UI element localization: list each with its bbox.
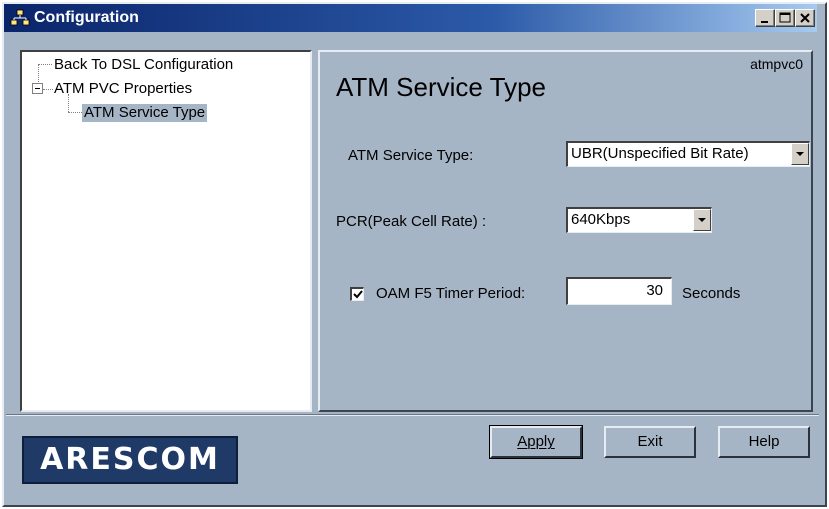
navigation-tree: Back To DSL Configuration ATM PVC Proper… bbox=[20, 50, 312, 412]
help-button-label: Help bbox=[748, 433, 780, 450]
pcr-select[interactable]: 640Kbps bbox=[566, 207, 712, 233]
service-type-value: UBR(Unspecified Bit Rate) bbox=[571, 145, 749, 162]
pvc-id-label: atmpvc0 bbox=[750, 56, 803, 72]
maximize-button[interactable] bbox=[775, 9, 795, 27]
tree-item-atm-service-type[interactable]: ATM Service Type bbox=[82, 104, 208, 122]
apply-button[interactable]: Apply bbox=[489, 425, 583, 459]
tree-connector bbox=[38, 64, 52, 65]
network-icon bbox=[10, 9, 30, 27]
help-button[interactable]: Help bbox=[718, 426, 810, 458]
exit-button-label: Exit bbox=[637, 433, 663, 450]
content-panel: atmpvc0 ATM Service Type ATM Service Typ… bbox=[318, 50, 813, 412]
pcr-value: 640Kbps bbox=[571, 211, 631, 228]
oam-timer-label: OAM F5 Timer Period: bbox=[376, 285, 526, 302]
tree-connector bbox=[68, 112, 82, 113]
exit-button[interactable]: Exit bbox=[604, 426, 696, 458]
apply-button-label: Apply bbox=[517, 433, 555, 450]
arescom-logo: ARESCOM bbox=[22, 436, 238, 484]
close-icon bbox=[800, 13, 810, 23]
title-bar[interactable]: Configuration bbox=[4, 4, 817, 32]
window-title: Configuration bbox=[34, 9, 139, 26]
page-title: ATM Service Type bbox=[336, 72, 546, 102]
minimize-icon bbox=[761, 21, 768, 23]
tree-item-atm-pvc-properties[interactable]: ATM PVC Properties bbox=[54, 80, 192, 98]
service-type-label: ATM Service Type: bbox=[348, 147, 474, 164]
maximize-icon bbox=[779, 12, 791, 23]
pcr-label: PCR(Peak Cell Rate) : bbox=[336, 213, 487, 230]
service-type-select[interactable]: UBR(Unspecified Bit Rate) bbox=[566, 141, 810, 167]
collapse-icon[interactable] bbox=[32, 83, 43, 94]
oam-timer-checkbox[interactable] bbox=[350, 287, 364, 301]
checkmark-icon bbox=[353, 290, 363, 299]
chevron-down-icon[interactable] bbox=[791, 143, 809, 165]
footer-divider bbox=[6, 414, 819, 416]
oam-timer-input[interactable]: 30 bbox=[566, 277, 672, 305]
tree-item-back-to-dsl[interactable]: Back To DSL Configuration bbox=[54, 56, 233, 74]
close-button[interactable] bbox=[795, 9, 815, 27]
minimize-button[interactable] bbox=[755, 9, 775, 27]
oam-timer-unit: Seconds bbox=[682, 285, 741, 302]
chevron-down-icon[interactable] bbox=[693, 209, 711, 231]
tree-connector bbox=[43, 89, 53, 90]
